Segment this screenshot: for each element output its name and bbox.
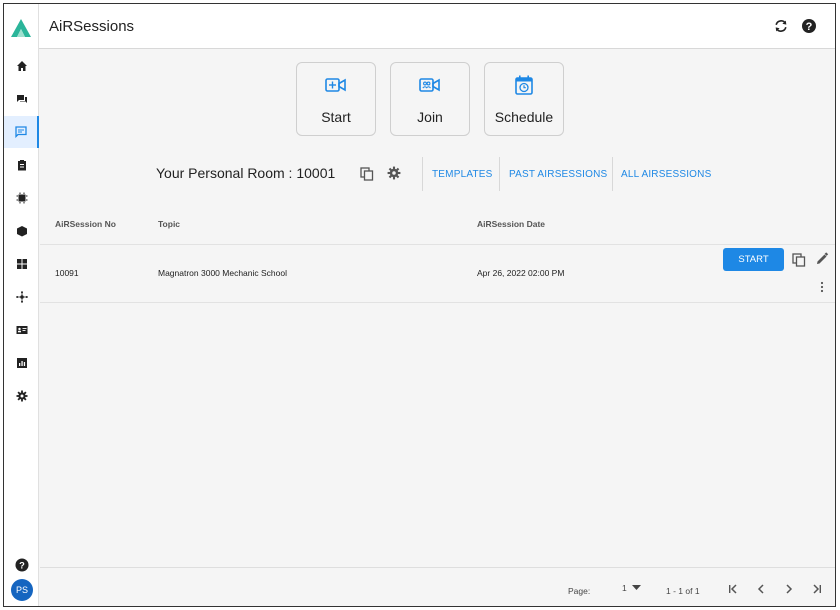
next-page-icon[interactable] [782, 582, 796, 596]
start-session-label: Start [321, 109, 351, 125]
chevron-down-icon [632, 585, 641, 590]
svg-text:?: ? [806, 21, 813, 33]
video-add-icon [325, 78, 346, 92]
page-select[interactable]: 1 [622, 583, 641, 593]
settings-icon [16, 390, 27, 402]
more-vert-icon[interactable] [815, 280, 829, 294]
sidebar-item-settings[interactable] [4, 380, 39, 412]
sidebar-item-airsessions[interactable] [4, 116, 39, 148]
video-join-icon [419, 78, 440, 92]
last-page-icon[interactable] [810, 582, 824, 596]
table-row-divider [40, 302, 835, 303]
copy-icon[interactable] [360, 167, 374, 181]
chip-icon [16, 192, 27, 204]
sidebar-item-dashboard[interactable] [4, 248, 39, 280]
page-range: 1 - 1 of 1 [666, 586, 700, 596]
sidebar: ? PS [4, 4, 39, 606]
date-cell: Apr 26, 2022 02:00 PM [477, 268, 565, 278]
tab-templates[interactable]: TEMPLATES [432, 169, 493, 180]
previous-page-icon[interactable] [754, 582, 768, 596]
join-session-button[interactable]: Join [390, 62, 470, 136]
id-card-icon [16, 326, 27, 334]
edit-pencil-icon[interactable] [815, 252, 829, 266]
tab-all-airsessions[interactable]: ALL AIRSESSIONS [621, 169, 711, 180]
sidebar-item-report[interactable] [4, 347, 39, 379]
tab-past-airsessions[interactable]: PAST AIRSESSIONS [509, 169, 607, 180]
sidebar-item-clipboard[interactable] [4, 149, 39, 181]
chat-icon [16, 95, 27, 103]
column-header-date[interactable]: AiRSession Date [477, 219, 545, 229]
personal-room-label: Your Personal Room : 10001 [156, 165, 336, 181]
copy-icon[interactable] [792, 253, 806, 267]
start-airsession-button[interactable]: START [723, 248, 784, 271]
home-icon [16, 61, 27, 71]
start-session-button[interactable]: Start [296, 62, 376, 136]
page-title: AiRSessions [49, 18, 135, 35]
app-logo [11, 19, 31, 37]
table-header-divider [40, 244, 835, 245]
dashboard-icon [16, 259, 27, 269]
page-label: Page: [568, 586, 591, 596]
schedule-session-button[interactable]: Schedule [484, 62, 564, 136]
app-window: ? PS AiRSessions ? Start Join Schedule Y… [3, 3, 836, 607]
calendar-clock-icon [515, 75, 533, 95]
join-session-label: Join [417, 109, 443, 125]
column-header-session-no[interactable]: AiRSession No [55, 219, 116, 229]
report-icon [16, 358, 27, 368]
pagination-bar: Page: 1 1 - 1 of 1 [40, 567, 835, 606]
sidebar-help[interactable]: ? [4, 549, 39, 581]
svg-text:?: ? [19, 561, 25, 571]
refresh-icon[interactable] [773, 18, 789, 34]
sidebar-item-chip[interactable] [4, 182, 39, 214]
divider [499, 157, 500, 191]
sidebar-item-network[interactable] [4, 281, 39, 313]
sidebar-item-chat[interactable] [4, 83, 39, 115]
help-icon: ? [14, 558, 29, 572]
room-settings-icon[interactable] [387, 166, 401, 180]
network-icon [15, 291, 28, 303]
avatar[interactable]: PS [11, 579, 33, 601]
session-no-cell: 10091 [55, 268, 79, 278]
column-header-topic[interactable]: Topic [158, 219, 180, 229]
first-page-icon[interactable] [726, 582, 740, 596]
schedule-session-label: Schedule [494, 109, 554, 125]
page-select-value: 1 [622, 583, 627, 593]
help-icon[interactable]: ? [801, 18, 817, 34]
sidebar-item-cube[interactable] [4, 215, 39, 247]
message-icon [14, 126, 27, 138]
clipboard-icon [17, 160, 26, 171]
top-bar: AiRSessions ? [39, 4, 835, 49]
sidebar-item-home[interactable] [4, 50, 39, 82]
sidebar-item-id-card[interactable] [4, 314, 39, 346]
divider [612, 157, 613, 191]
topic-cell: Magnatron 3000 Mechanic School [158, 268, 287, 278]
cube-icon [16, 226, 27, 237]
divider [422, 157, 423, 191]
